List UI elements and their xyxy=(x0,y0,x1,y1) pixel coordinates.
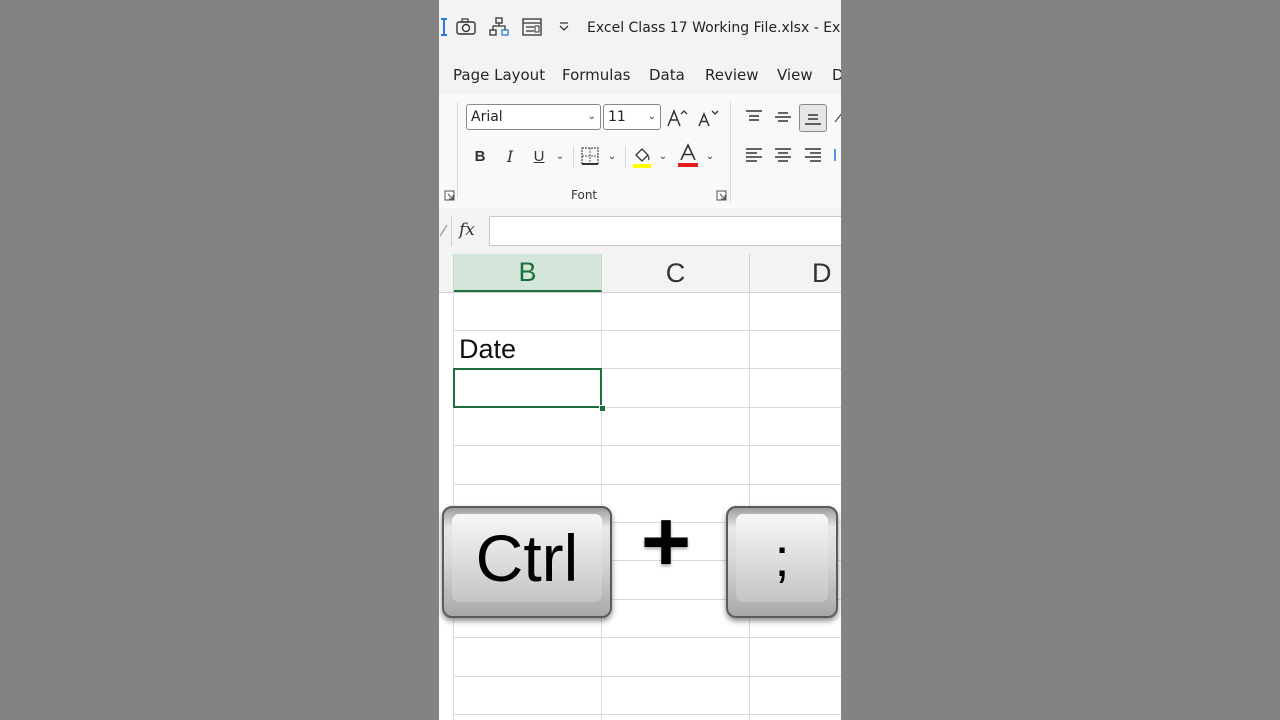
ctrl-key: Ctrl xyxy=(442,506,612,618)
active-cell-b4[interactable] xyxy=(453,368,602,408)
decrease-font-size-button[interactable] xyxy=(696,106,720,130)
gridline xyxy=(453,676,841,677)
semicolon-key: ; xyxy=(726,506,838,618)
plus-sign: + xyxy=(641,515,691,577)
underline-button[interactable]: U xyxy=(528,144,550,168)
semicolon-key-face: ; xyxy=(736,514,828,602)
excel-window: Excel Class 17 Working File.xlsx - Excel… xyxy=(439,0,841,720)
org-chart-icon[interactable] xyxy=(488,16,510,38)
underline-options-chevron-icon[interactable]: ⌄ xyxy=(553,146,567,166)
increase-font-size-button[interactable] xyxy=(665,106,689,130)
font-size-value: 11 xyxy=(608,109,626,125)
italic-button[interactable]: I xyxy=(499,144,521,168)
bottom-align-icon xyxy=(805,114,821,125)
tab-page-layout[interactable]: Page Layout xyxy=(453,66,545,84)
column-header-d[interactable]: D xyxy=(750,254,841,292)
button-separator xyxy=(573,146,574,168)
column-headers: B C D xyxy=(439,254,841,293)
middle-align-icon xyxy=(775,112,791,122)
font-color-icon xyxy=(678,143,698,167)
align-right-button[interactable] xyxy=(801,144,825,166)
column-header-a-edge[interactable] xyxy=(439,254,454,292)
fill-color-options-chevron-icon[interactable]: ⌄ xyxy=(656,146,670,166)
borders-icon xyxy=(581,147,599,165)
formula-input[interactable] xyxy=(489,216,841,246)
borders-options-chevron-icon[interactable]: ⌄ xyxy=(605,146,619,166)
title-bar: Excel Class 17 Working File.xlsx - Excel xyxy=(439,0,841,56)
align-center-button[interactable] xyxy=(771,144,795,166)
paint-bucket-icon xyxy=(633,148,651,168)
gridline xyxy=(453,330,841,331)
orientation-icon[interactable] xyxy=(832,106,841,128)
font-dialog-launcher-icon[interactable] xyxy=(715,189,727,201)
font-color-options-chevron-icon[interactable]: ⌄ xyxy=(703,146,717,166)
gridline xyxy=(453,484,841,485)
chevron-down-icon: ⌄ xyxy=(587,111,596,122)
gridline xyxy=(453,714,841,715)
fill-handle[interactable] xyxy=(599,405,606,412)
fill-color-button[interactable] xyxy=(631,144,653,170)
tab-view[interactable]: View xyxy=(777,66,813,84)
group-separator xyxy=(730,102,731,202)
borders-button[interactable] xyxy=(579,144,601,168)
decrease-font-icon xyxy=(698,110,719,127)
align-left-icon xyxy=(746,148,762,162)
gridline xyxy=(453,445,841,446)
name-box-edge xyxy=(439,222,449,238)
ribbon-tabs: Page Layout Formulas Data Review View D xyxy=(439,56,841,94)
align-right-icon xyxy=(805,148,821,162)
gridline xyxy=(453,637,841,638)
column-header-b[interactable]: B xyxy=(454,254,602,292)
semicolon-key-label: ; xyxy=(774,528,790,588)
tab-review[interactable]: Review xyxy=(705,66,759,84)
chevron-down-icon: ⌄ xyxy=(647,111,656,122)
bottom-align-button[interactable] xyxy=(799,104,827,132)
align-left-button[interactable] xyxy=(742,144,766,166)
camera-icon[interactable] xyxy=(455,16,477,38)
ctrl-key-face: Ctrl xyxy=(452,514,602,602)
font-name-value: Arial xyxy=(471,109,503,125)
middle-align-button[interactable] xyxy=(771,106,795,128)
align-center-icon xyxy=(775,148,791,162)
insert-function-icon[interactable]: fx xyxy=(459,220,475,240)
group-separator xyxy=(457,102,458,198)
font-group-label: Font xyxy=(571,188,598,202)
font-size-dropdown[interactable]: 11 ⌄ xyxy=(603,104,661,130)
window-title: Excel Class 17 Working File.xlsx - Excel xyxy=(587,20,841,36)
top-align-icon xyxy=(746,110,762,121)
customize-quick-access-icon[interactable] xyxy=(553,16,575,38)
ctrl-key-label: Ctrl xyxy=(475,521,579,595)
bold-button[interactable]: B xyxy=(469,144,491,168)
font-name-dropdown[interactable]: Arial ⌄ xyxy=(466,104,601,130)
dialog-launcher-icon[interactable] xyxy=(443,189,455,201)
plus-label: + xyxy=(641,515,691,577)
tab-developer[interactable]: D xyxy=(832,66,841,84)
ribbon: Arial ⌄ 11 ⌄ B I U ⌄ ⌄ ⌄ ⌄ Font xyxy=(439,94,841,209)
tab-data[interactable]: Data xyxy=(649,66,685,84)
form-icon[interactable] xyxy=(521,16,543,38)
column-header-c[interactable]: C xyxy=(602,254,750,292)
cell-b3-date[interactable]: Date xyxy=(459,334,516,365)
button-separator xyxy=(625,146,626,168)
formula-separator xyxy=(451,216,452,246)
top-align-button[interactable] xyxy=(742,106,766,128)
formula-bar: fx xyxy=(439,208,841,254)
tab-formulas[interactable]: Formulas xyxy=(562,66,630,84)
wrap-text-icon[interactable] xyxy=(832,144,841,166)
increase-font-icon xyxy=(667,108,688,127)
font-color-button[interactable] xyxy=(677,142,699,170)
autosave-icon[interactable] xyxy=(439,16,455,38)
